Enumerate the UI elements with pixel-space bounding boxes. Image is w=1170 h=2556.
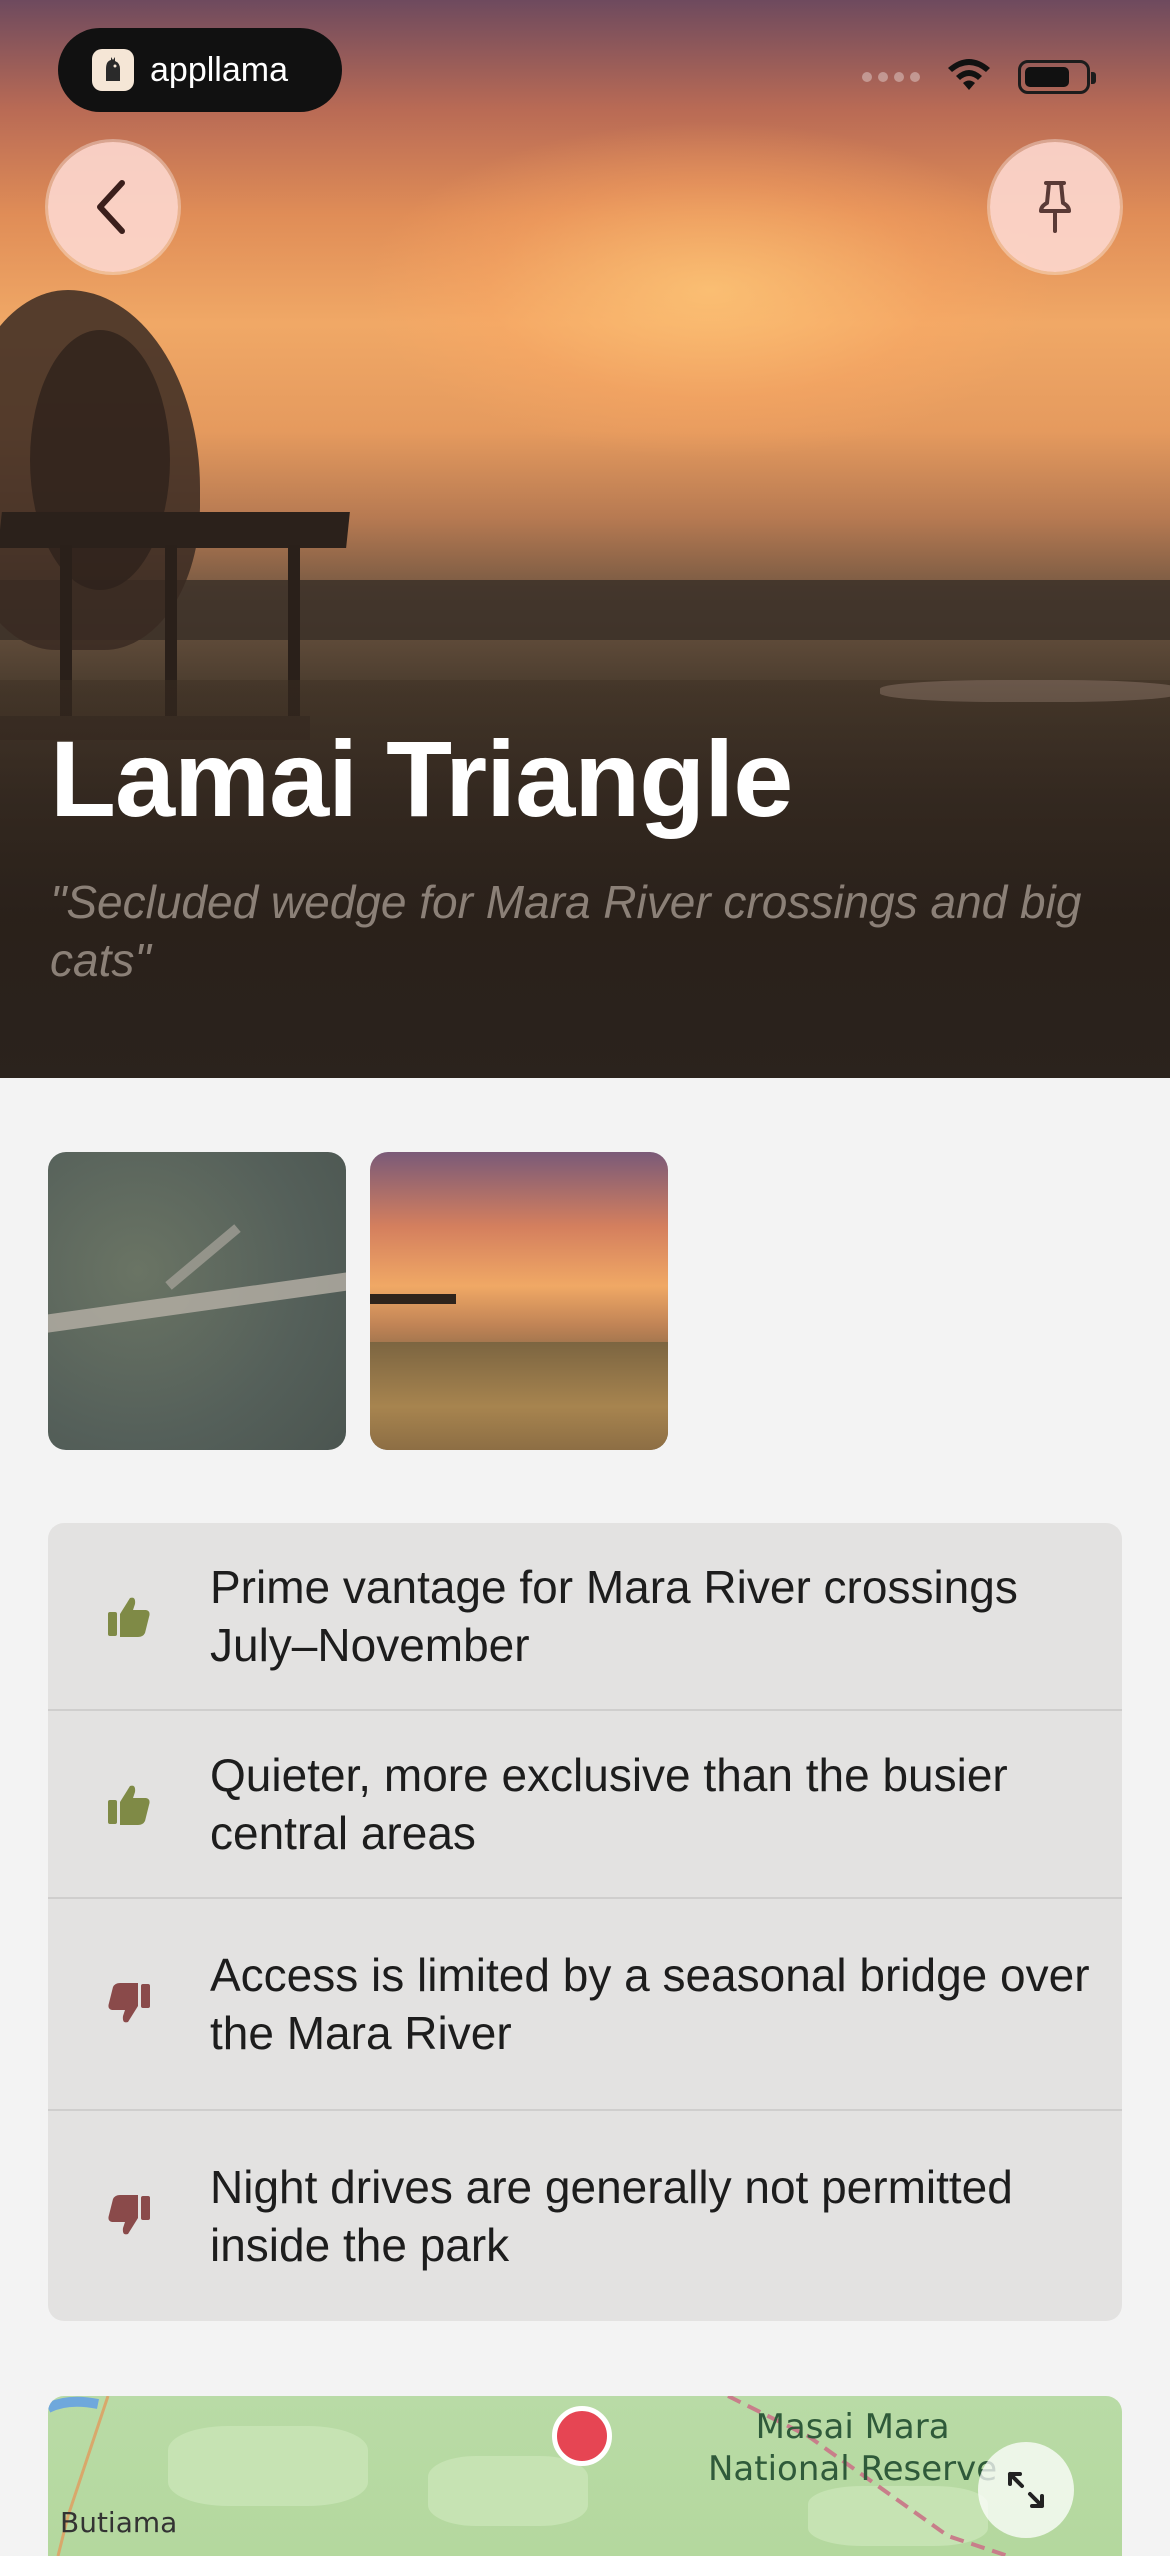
- chevron-left-icon: [97, 180, 125, 234]
- map-reserve-label: Masai Mara National Reserve: [708, 2407, 998, 2489]
- thumbs-down-icon: [48, 1982, 210, 2026]
- pin-button[interactable]: [990, 142, 1120, 272]
- pro-text: Quieter, more exclusive than the busier …: [210, 1749, 1008, 1859]
- pro-item: Prime vantage for Mara River crossings J…: [48, 1523, 1122, 1711]
- status-icons: [862, 56, 1096, 97]
- thumbs-down-icon: [48, 2194, 210, 2238]
- expand-map-button[interactable]: [978, 2442, 1074, 2538]
- hero-tree: [30, 330, 170, 590]
- pro-text: Prime vantage for Mara River crossings J…: [210, 1561, 1018, 1671]
- expand-arrows-icon: [1008, 2472, 1044, 2508]
- app-badge-label: appllama: [150, 50, 288, 89]
- location-map[interactable]: Masai Mara National Reserve Butiama: [48, 2396, 1122, 2556]
- location-pin-icon[interactable]: [552, 2406, 612, 2466]
- con-item: Access is limited by a seasonal bridge o…: [48, 1899, 1122, 2111]
- con-text: Access is limited by a seasonal bridge o…: [210, 1949, 1090, 2059]
- thumbs-up-icon: [48, 1594, 210, 1638]
- con-text: Night drives are generally not permitted…: [210, 2161, 1013, 2271]
- map-town-label: Butiama: [60, 2506, 178, 2539]
- pin-icon: [1039, 181, 1071, 233]
- signal-dots-icon: [862, 71, 920, 82]
- page-subtitle: "Secluded wedge for Mara River crossings…: [50, 876, 1082, 986]
- back-button[interactable]: [48, 142, 178, 272]
- hero-image: Lamai Triangle "Secluded wedge for Mara …: [0, 0, 1170, 1078]
- llama-logo-icon: [92, 49, 134, 91]
- battery-icon: [1018, 59, 1096, 94]
- thumbs-up-icon: [48, 1782, 210, 1826]
- page-title: Lamai Triangle: [50, 718, 793, 839]
- thumbnail-satellite[interactable]: [48, 1152, 346, 1450]
- photo-gallery: [48, 1152, 668, 1450]
- hero-sky-glow: [360, 120, 1060, 460]
- app-badge: appllama: [58, 28, 342, 112]
- thumbnail-sunset[interactable]: [370, 1152, 668, 1450]
- pro-item: Quieter, more exclusive than the busier …: [48, 1711, 1122, 1899]
- wifi-icon: [944, 56, 994, 97]
- hero-shelter-roof: [0, 512, 350, 548]
- pros-cons-list: Prime vantage for Mara River crossings J…: [48, 1523, 1122, 2321]
- con-item: Night drives are generally not permitted…: [48, 2111, 1122, 2321]
